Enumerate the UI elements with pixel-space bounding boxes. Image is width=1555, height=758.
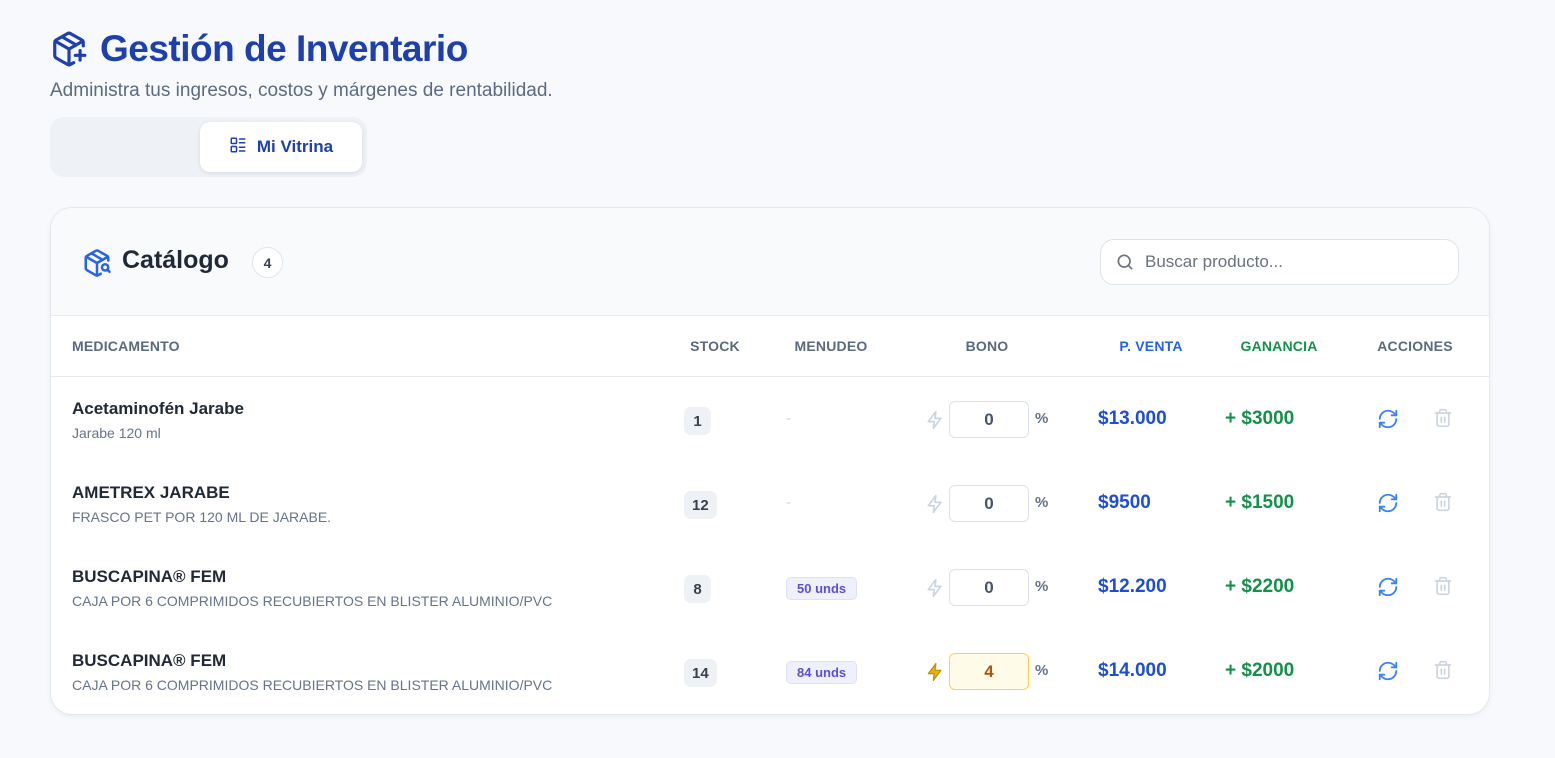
column-p-venta: P. VENTA bbox=[1119, 338, 1183, 354]
refresh-icon[interactable] bbox=[1377, 492, 1399, 514]
tab-mi-vitrina[interactable]: Mi Vitrina bbox=[200, 122, 362, 172]
sale-price: $9500 bbox=[1098, 492, 1151, 513]
catalog-header: Catálogo 4 bbox=[51, 208, 1489, 316]
refresh-icon[interactable] bbox=[1377, 576, 1399, 598]
bono-input[interactable]: 4 bbox=[949, 653, 1029, 690]
trash-icon[interactable] bbox=[1433, 576, 1455, 598]
package-search-icon bbox=[82, 248, 112, 278]
layout-list-icon bbox=[229, 136, 247, 159]
catalog-card: Catálogo 4 MEDICAMENTO STOCK MENUDEO BON… bbox=[50, 207, 1490, 715]
table-row: BUSCAPINA® FEM CAJA POR 6 COMPRIMIDOS RE… bbox=[51, 545, 1489, 629]
percent-label: % bbox=[1035, 494, 1049, 511]
page-title: Gestión de Inventario bbox=[100, 28, 468, 69]
profit: + $3000 bbox=[1225, 408, 1295, 429]
page-subtitle: Administra tus ingresos, costos y márgen… bbox=[50, 80, 553, 101]
sale-price: $13.000 bbox=[1098, 408, 1167, 429]
profit: + $1500 bbox=[1225, 492, 1295, 513]
column-acciones: ACCIONES bbox=[1377, 338, 1453, 354]
column-menudeo: MENUDEO bbox=[794, 338, 868, 354]
sale-price: $14.000 bbox=[1098, 660, 1167, 681]
bolt-icon[interactable] bbox=[924, 493, 946, 515]
column-medicamento: MEDICAMENTO bbox=[72, 338, 180, 354]
trash-icon[interactable] bbox=[1433, 492, 1455, 514]
trash-icon[interactable] bbox=[1433, 408, 1455, 430]
percent-label: % bbox=[1035, 662, 1049, 679]
catalog-title: Catálogo bbox=[122, 246, 229, 274]
product-name: AMETREX JARABE bbox=[72, 483, 230, 502]
column-bono: BONO bbox=[965, 338, 1009, 354]
product-description: Jarabe 120 ml bbox=[72, 425, 161, 441]
product-name: BUSCAPINA® FEM bbox=[72, 567, 227, 586]
menudeo-badge: 84 unds bbox=[786, 661, 858, 684]
bono-input[interactable]: 0 bbox=[949, 401, 1029, 438]
bolt-icon[interactable] bbox=[924, 409, 946, 431]
tab-label: Mi Vitrina bbox=[256, 137, 334, 156]
product-description: CAJA POR 6 COMPRIMIDOS RECUBIERTOS EN BL… bbox=[72, 677, 553, 693]
product-description: FRASCO PET POR 120 ML DE JARABE. bbox=[72, 509, 332, 525]
bono-input[interactable]: 0 bbox=[949, 569, 1029, 606]
table-row: Acetaminofén Jarabe Jarabe 120 ml 1 - 0 … bbox=[51, 377, 1489, 461]
bono-input[interactable]: 0 bbox=[949, 485, 1029, 522]
trash-icon[interactable] bbox=[1433, 660, 1455, 682]
page-header: Gestión de Inventario Administra tus ing… bbox=[50, 28, 553, 102]
sale-price: $12.200 bbox=[1098, 576, 1167, 597]
product-description: CAJA POR 6 COMPRIMIDOS RECUBIERTOS EN BL… bbox=[72, 593, 553, 609]
profit: + $2200 bbox=[1225, 576, 1295, 597]
column-stock: STOCK bbox=[690, 338, 740, 354]
table-row: AMETREX JARABE FRASCO PET POR 120 ML DE … bbox=[51, 461, 1489, 545]
stock-badge: 8 bbox=[684, 575, 711, 603]
product-name: BUSCAPINA® FEM bbox=[72, 651, 227, 670]
search-input[interactable] bbox=[1145, 252, 1445, 272]
search-box bbox=[1100, 239, 1459, 285]
menudeo-badge: 50 unds bbox=[786, 577, 858, 600]
stock-badge: 1 bbox=[684, 407, 711, 435]
catalog-count-badge: 4 bbox=[252, 247, 283, 278]
table-row: BUSCAPINA® FEM CAJA POR 6 COMPRIMIDOS RE… bbox=[51, 629, 1489, 713]
search-icon bbox=[1115, 252, 1135, 272]
refresh-icon[interactable] bbox=[1377, 408, 1399, 430]
package-plus-icon bbox=[50, 30, 88, 68]
refresh-icon[interactable] bbox=[1377, 660, 1399, 682]
menudeo-empty: - bbox=[786, 410, 791, 427]
percent-label: % bbox=[1035, 410, 1049, 427]
stock-badge: 14 bbox=[684, 659, 717, 687]
product-name: Acetaminofén Jarabe bbox=[72, 399, 244, 418]
percent-label: % bbox=[1035, 578, 1049, 595]
menudeo-empty: - bbox=[786, 494, 791, 511]
bolt-icon[interactable] bbox=[924, 661, 946, 683]
view-tabs: Mi Vitrina bbox=[50, 117, 367, 177]
profit: + $2000 bbox=[1225, 660, 1295, 681]
title-row: Gestión de Inventario bbox=[50, 28, 553, 70]
stock-badge: 12 bbox=[684, 491, 717, 519]
bolt-icon[interactable] bbox=[924, 577, 946, 599]
column-ganancia: GANANCIA bbox=[1240, 338, 1318, 354]
table-header: MEDICAMENTO STOCK MENUDEO BONO P. VENTA … bbox=[51, 316, 1489, 377]
